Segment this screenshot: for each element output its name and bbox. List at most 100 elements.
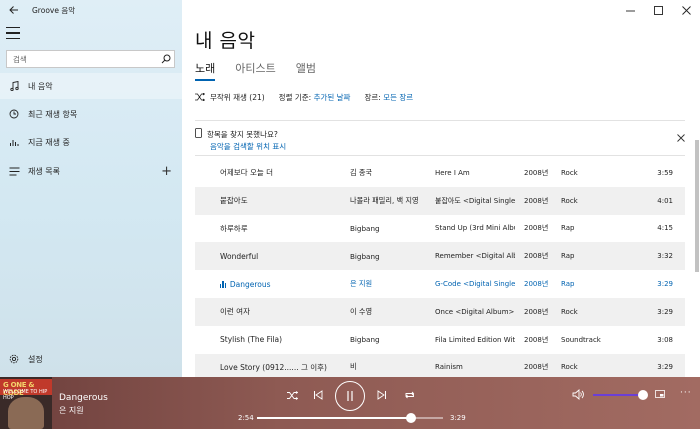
table-row-now-playing[interactable]: Dangerous 은 지원 G-Code <Digital Single 20… — [195, 270, 685, 298]
song-duration: 3:29 — [657, 363, 673, 372]
sidebar-item-playlists[interactable]: 재생 목록 + — [0, 158, 182, 184]
song-album[interactable]: Stand Up (3rd Mini Album — [435, 224, 515, 232]
table-row[interactable]: 어제보다 오늘 더 김 종국 Here I Am 2008년 Rock 3:59 — [195, 159, 685, 187]
notice-banner: 항목을 찾지 못했나요? 음악을 검색할 위치 표시 — [195, 120, 685, 156]
song-duration: 4:15 — [657, 224, 673, 233]
mini-view-button[interactable] — [655, 390, 665, 400]
shuffle-icon[interactable] — [195, 92, 206, 103]
song-title: 붙잡아도 — [220, 196, 248, 206]
search-box — [6, 50, 175, 68]
song-album[interactable]: G-Code <Digital Single — [435, 280, 515, 288]
song-genre: Rap — [561, 252, 575, 261]
shuffle-all-button[interactable]: 무작위 재생 (21) — [210, 92, 265, 103]
song-title-cell: Dangerous — [220, 280, 348, 289]
table-row[interactable]: 하루하루 Bigbang Stand Up (3rd Mini Album 20… — [195, 215, 685, 243]
device-icon — [195, 128, 202, 140]
next-button[interactable] — [372, 385, 392, 405]
sort-dropdown[interactable]: 추가된 날짜 — [314, 92, 351, 103]
song-album[interactable]: Rainism — [435, 363, 515, 371]
now-playing-title[interactable]: Dangerous — [59, 393, 108, 403]
table-row[interactable]: 이런 여자 이 수영 Once <Digital Album> 2008년 Ro… — [195, 297, 685, 326]
title-bar: Groove 음악 — [0, 0, 182, 20]
song-genre: Rap — [561, 280, 575, 289]
maximize-button[interactable] — [644, 0, 672, 20]
song-year: 2008년 — [524, 363, 549, 372]
close-window-button[interactable] — [672, 0, 700, 20]
tab-albums[interactable]: 앨범 — [296, 60, 316, 81]
table-row[interactable]: Stylish (The Fila) Bigbang Fila Limited … — [195, 326, 685, 354]
genre-dropdown[interactable]: 모든 장르 — [383, 92, 413, 103]
song-title: Love Story (0912...... 그 이후) — [220, 362, 327, 372]
song-album[interactable]: Once <Digital Album> — [435, 308, 515, 316]
add-playlist-button[interactable]: + — [161, 164, 172, 179]
sidebar-item-label: 지금 재생 중 — [28, 137, 70, 147]
table-row[interactable]: Wonderful Bigbang Remember <Digital Albu… — [195, 242, 685, 271]
table-row[interactable]: 붙잡아도 나몰라 패밀리, 백 지영 붙잡아도 <Digital Single … — [195, 186, 685, 215]
song-artist[interactable]: 나몰라 패밀리, 백 지영 — [350, 196, 434, 206]
playlist-icon — [0, 167, 28, 176]
pause-button[interactable] — [335, 381, 365, 411]
app-title: Groove 음악 — [32, 5, 76, 15]
volume-button[interactable] — [572, 389, 585, 402]
close-notice-button[interactable] — [677, 132, 685, 145]
sidebar-item-recent[interactable]: 최근 재생 항목 — [0, 101, 182, 127]
song-title: Dangerous — [229, 279, 271, 289]
sidebar-item-settings[interactable]: 설정 — [0, 346, 182, 372]
back-button[interactable] — [0, 0, 28, 20]
album-art[interactable]: G ONE & CODE WELCOME TO HIP HOP — [0, 377, 52, 429]
volume-thumb[interactable] — [638, 390, 648, 400]
song-genre: Soundtrack — [561, 335, 601, 344]
now-playing-artist[interactable]: 은 지원 — [59, 405, 84, 416]
more-options-icon[interactable]: ··· — [680, 388, 692, 398]
volume-slider[interactable] — [593, 390, 648, 400]
tab-artists[interactable]: 아티스트 — [235, 60, 275, 81]
music-note-icon — [0, 81, 28, 91]
scrollbar[interactable] — [695, 140, 699, 272]
song-artist[interactable]: Bigbang — [350, 224, 434, 233]
tab-songs[interactable]: 노래 — [195, 60, 216, 81]
bars-icon — [0, 137, 28, 147]
song-album[interactable]: 붙잡아도 <Digital Single — [435, 196, 515, 206]
song-artist[interactable]: 비 — [350, 362, 434, 372]
song-title: 어제보다 오늘 더 — [220, 168, 274, 178]
song-artist[interactable]: 김 종국 — [350, 168, 434, 178]
song-title: 이런 여자 — [220, 307, 250, 317]
song-title: 하루하루 — [220, 223, 248, 233]
song-year: 2008년 — [524, 224, 549, 233]
song-duration: 3:29 — [657, 307, 673, 316]
song-genre: Rock — [561, 196, 578, 205]
song-artist[interactable]: Bigbang — [350, 335, 434, 344]
song-album[interactable]: Here I Am — [435, 169, 515, 177]
minimize-button[interactable] — [616, 0, 644, 20]
sidebar-item-label: 최근 재생 항목 — [28, 109, 78, 119]
search-input[interactable] — [13, 54, 158, 64]
song-artist[interactable]: 은 지원 — [350, 279, 434, 289]
song-genre: Rap — [561, 224, 575, 233]
main-content: 내 음악 노래 아티스트 앨범 무작위 재생 (21) 정렬 기준: 추가된 날… — [182, 20, 700, 382]
shuffle-button[interactable] — [282, 385, 302, 405]
song-album[interactable]: Fila Limited Edition Witl — [435, 336, 515, 344]
song-album[interactable]: Remember <Digital Album — [435, 252, 515, 260]
seek-bar[interactable] — [257, 413, 443, 423]
pause-icon — [347, 391, 353, 401]
sidebar-item-now-playing[interactable]: 지금 재생 중 — [0, 129, 182, 155]
window-controls — [616, 0, 700, 20]
song-list: 어제보다 오늘 더 김 종국 Here I Am 2008년 Rock 3:59… — [195, 159, 685, 382]
close-icon — [681, 5, 691, 15]
search-icon[interactable] — [158, 51, 174, 67]
song-title: Wonderful — [220, 251, 259, 261]
sidebar-item-my-music[interactable]: 내 음악 — [0, 73, 182, 99]
seek-thumb[interactable] — [406, 413, 417, 423]
hamburger-menu-icon[interactable] — [6, 27, 20, 39]
repeat-button[interactable] — [399, 385, 419, 405]
previous-button[interactable] — [308, 385, 328, 405]
show-music-location-link[interactable]: 음악을 검색할 위치 표시 — [210, 141, 286, 152]
song-year: 2008년 — [524, 280, 549, 289]
song-duration: 3:59 — [657, 168, 673, 177]
song-artist[interactable]: Bigbang — [350, 252, 434, 261]
song-artist[interactable]: 이 수영 — [350, 307, 434, 317]
song-year: 2008년 — [524, 196, 549, 205]
volume-fill — [593, 394, 643, 396]
song-year: 2008년 — [524, 252, 549, 261]
song-genre: Rock — [561, 168, 578, 177]
